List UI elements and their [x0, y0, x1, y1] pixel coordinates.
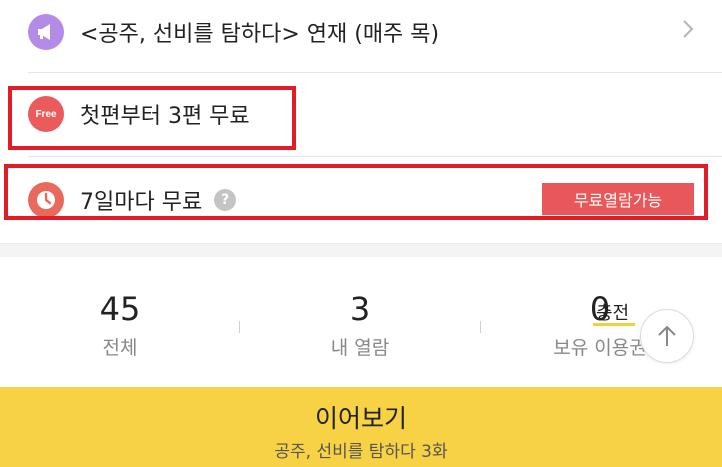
wait-free-text: 7일마다 무료: [80, 190, 203, 215]
continue-reading-episode: 공주, 선비를 탐하다 3화: [274, 442, 448, 462]
free-episodes-text: 첫편부터 3편 무료: [80, 104, 250, 129]
serial-schedule-row[interactable]: <공주, 선비를 탐하다> 연재 (매주 목): [28, 12, 694, 52]
megaphone-icon: [28, 14, 64, 50]
charge-underline: [593, 323, 635, 326]
wait-free-row: 7일마다 무료 ? 무료열람가능: [28, 178, 694, 222]
divider: [28, 72, 722, 73]
stat-my-views-value: 3: [349, 290, 371, 328]
free-icon-label: Free: [35, 108, 57, 120]
continue-reading-button[interactable]: 이어보기 공주, 선비를 탐하다 3화: [0, 387, 722, 467]
stat-total: 45 전체: [0, 289, 240, 360]
charge-link[interactable]: 충전: [596, 299, 629, 325]
clock-icon: [28, 182, 64, 218]
divider: [28, 156, 722, 157]
free-icon: Free: [28, 96, 64, 132]
scroll-top-button[interactable]: [640, 309, 694, 363]
arrow-up-icon: [658, 325, 676, 346]
stat-my-views-label: 내 열람: [330, 337, 390, 359]
help-icon[interactable]: ?: [214, 189, 237, 211]
serial-schedule-text: <공주, 선비를 탐하다> 연재 (매주 목): [80, 22, 440, 47]
continue-reading-label: 이어보기: [314, 404, 407, 433]
stat-total-value: 45: [99, 290, 141, 328]
section-separator: [0, 243, 722, 257]
stat-total-label: 전체: [102, 337, 138, 359]
stats-section: 45 전체 3 내 열람 0 보유 이용권 충전: [0, 257, 722, 387]
stat-my-views: 3 내 열람: [240, 289, 480, 360]
free-open-badge: 무료열람가능: [542, 183, 694, 215]
free-episodes-row: Free 첫편부터 3편 무료: [28, 92, 694, 136]
chevron-right-icon: [682, 19, 694, 45]
